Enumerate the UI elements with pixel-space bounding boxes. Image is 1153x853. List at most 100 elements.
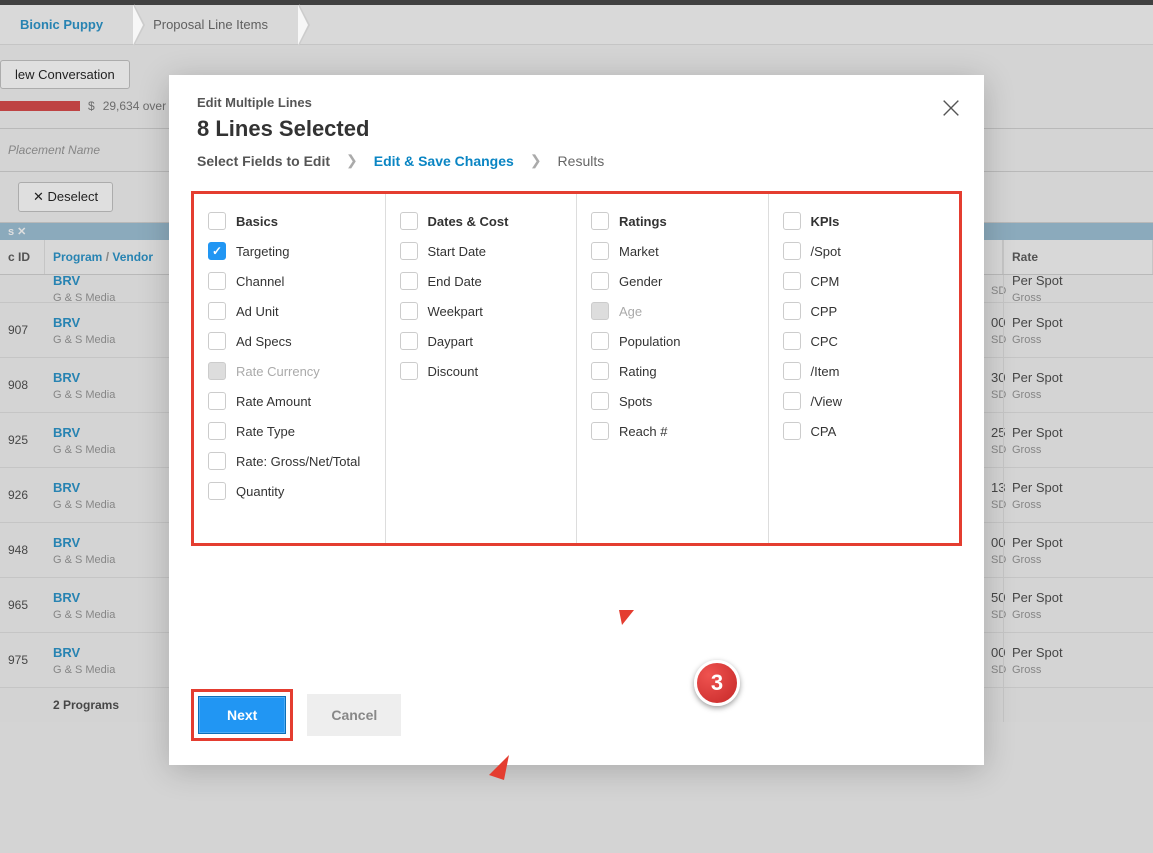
field-label: Targeting — [236, 244, 289, 259]
field-label: Rating — [619, 364, 657, 379]
checkbox[interactable] — [208, 362, 226, 380]
field-option[interactable]: End Date — [390, 266, 573, 296]
field-option[interactable]: Spots — [581, 386, 764, 416]
field-label: Rate Currency — [236, 364, 320, 379]
checkbox[interactable] — [591, 392, 609, 410]
checkbox[interactable] — [208, 272, 226, 290]
field-label: Age — [619, 304, 642, 319]
checkbox[interactable] — [208, 212, 226, 230]
field-label: Start Date — [428, 244, 487, 259]
field-column: Ratings Market Gender Age Population Rating Sp… — [577, 194, 769, 543]
field-label: /Item — [811, 364, 840, 379]
field-option[interactable]: Population — [581, 326, 764, 356]
checkbox[interactable] — [400, 362, 418, 380]
field-label: End Date — [428, 274, 482, 289]
step-2: Edit & Save Changes — [374, 153, 514, 169]
field-option[interactable]: CPC — [773, 326, 956, 356]
field-option[interactable]: Rate Amount — [198, 386, 381, 416]
checkbox[interactable] — [208, 332, 226, 350]
field-option[interactable]: Daypart — [390, 326, 573, 356]
field-option[interactable]: Quantity — [198, 476, 381, 506]
checkbox[interactable] — [783, 392, 801, 410]
field-group-header[interactable]: Ratings — [581, 206, 764, 236]
checkbox[interactable] — [208, 422, 226, 440]
checkbox[interactable] — [591, 272, 609, 290]
next-button[interactable]: Next — [198, 696, 286, 734]
field-label: CPM — [811, 274, 840, 289]
checkbox[interactable] — [400, 242, 418, 260]
checkbox[interactable] — [208, 482, 226, 500]
field-option[interactable]: Ad Specs — [198, 326, 381, 356]
field-label: Rate Type — [236, 424, 295, 439]
field-option[interactable]: Ad Unit — [198, 296, 381, 326]
checkbox[interactable] — [400, 302, 418, 320]
checkbox[interactable] — [591, 332, 609, 350]
annotation-arrow — [474, 680, 714, 803]
field-option[interactable]: CPM — [773, 266, 956, 296]
field-option[interactable]: /Item — [773, 356, 956, 386]
group-label: Basics — [236, 214, 278, 229]
field-option[interactable]: Targeting — [198, 236, 381, 266]
field-label: Weekpart — [428, 304, 483, 319]
checkbox[interactable] — [783, 242, 801, 260]
field-group-header[interactable]: Dates & Cost — [390, 206, 573, 236]
checkbox[interactable] — [591, 242, 609, 260]
chevron-right-icon: ❯ — [346, 152, 358, 169]
checkbox[interactable] — [783, 362, 801, 380]
field-option[interactable]: /Spot — [773, 236, 956, 266]
checkbox[interactable] — [591, 422, 609, 440]
checkbox[interactable] — [208, 242, 226, 260]
modal-overlay: Edit Multiple Lines 8 Lines Selected Sel… — [0, 0, 1153, 853]
field-label: Ad Unit — [236, 304, 279, 319]
field-option[interactable]: CPA — [773, 416, 956, 446]
field-label: Rate Amount — [236, 394, 311, 409]
checkbox[interactable] — [783, 212, 801, 230]
checkbox[interactable] — [400, 332, 418, 350]
field-option[interactable]: Rate: Gross/Net/Total — [198, 446, 381, 476]
modal-header: Edit Multiple Lines 8 Lines Selected Sel… — [169, 75, 984, 179]
group-label: Ratings — [619, 214, 667, 229]
field-option[interactable]: Market — [581, 236, 764, 266]
field-label: CPP — [811, 304, 838, 319]
checkbox[interactable] — [400, 212, 418, 230]
field-option[interactable]: Age — [581, 296, 764, 326]
field-label: Market — [619, 244, 659, 259]
checkbox[interactable] — [400, 272, 418, 290]
field-option[interactable]: Channel — [198, 266, 381, 296]
checkbox[interactable] — [591, 302, 609, 320]
group-label: Dates & Cost — [428, 214, 509, 229]
field-label: /View — [811, 394, 843, 409]
field-option[interactable]: Discount — [390, 356, 573, 386]
checkbox[interactable] — [783, 332, 801, 350]
field-label: Daypart — [428, 334, 474, 349]
field-column: KPIs/Spot CPM CPP CPC/Item/View CPA — [769, 194, 960, 543]
field-label: Rate: Gross/Net/Total — [236, 454, 360, 469]
checkbox[interactable] — [783, 272, 801, 290]
field-option[interactable]: Reach # — [581, 416, 764, 446]
checkbox[interactable] — [591, 212, 609, 230]
checkbox[interactable] — [208, 452, 226, 470]
field-option[interactable]: Start Date — [390, 236, 573, 266]
next-button-highlight: Next — [191, 689, 293, 741]
field-group-header[interactable]: KPIs — [773, 206, 956, 236]
cancel-button[interactable]: Cancel — [307, 694, 401, 736]
edit-multiple-lines-modal: Edit Multiple Lines 8 Lines Selected Sel… — [169, 75, 984, 765]
fields-selection-box: Basics Targeting Channel Ad Unit Ad Specs Rat… — [191, 191, 962, 546]
field-option[interactable]: /View — [773, 386, 956, 416]
field-label: Quantity — [236, 484, 284, 499]
close-button[interactable] — [940, 97, 962, 122]
checkbox[interactable] — [783, 422, 801, 440]
checkbox[interactable] — [208, 392, 226, 410]
field-option[interactable]: Rate Type — [198, 416, 381, 446]
checkbox[interactable] — [783, 302, 801, 320]
field-option[interactable]: Rating — [581, 356, 764, 386]
checkbox[interactable] — [208, 302, 226, 320]
field-option[interactable]: Gender — [581, 266, 764, 296]
checkbox[interactable] — [591, 362, 609, 380]
field-option[interactable]: CPP — [773, 296, 956, 326]
field-column: Basics Targeting Channel Ad Unit Ad Specs Rat… — [194, 194, 386, 543]
field-option[interactable]: Rate Currency — [198, 356, 381, 386]
field-group-header[interactable]: Basics — [198, 206, 381, 236]
field-option[interactable]: Weekpart — [390, 296, 573, 326]
close-icon — [940, 97, 962, 119]
